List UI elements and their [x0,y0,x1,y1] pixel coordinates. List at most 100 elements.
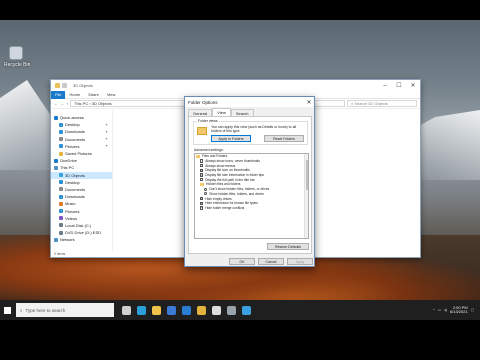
sidebar-item-music[interactable]: Music [51,200,112,207]
edge-icon[interactable] [137,305,146,315]
checkbox-icon[interactable] [200,164,204,168]
sidebar-item-downloads[interactable]: Downloads [51,193,112,200]
restore-defaults-button[interactable]: Restore Defaults [267,243,309,250]
letterbox-bottom [0,340,480,360]
setting-label: Hide folder merge conflicts [205,205,245,210]
explorer-search-input[interactable]: ⌕ Search 3D Objects [347,100,417,107]
checkbox-icon[interactable] [200,178,204,182]
ok-button[interactable]: OK [229,258,255,265]
breadcrumb-this-pc[interactable]: This PC [74,101,88,106]
checkbox-checked-icon[interactable]: ✓ [200,173,204,177]
apply-button[interactable]: Apply [287,258,313,265]
desktop-icon-recycle-bin[interactable]: Recycle Bin [4,46,30,68]
notifications-icon[interactable]: ▢ [471,308,474,312]
quick-access-toolbar [55,83,67,88]
volume-icon[interactable]: ◂) [444,308,447,312]
tab-view[interactable]: View [212,108,231,116]
sidebar-item-saved-pictures[interactable]: Saved Pictures [51,150,112,157]
explorer-title-bar[interactable]: 3D Objects – ☐ ✕ [51,80,420,91]
taskbar-search-box[interactable]: ⌕ Type here to search [16,303,114,317]
sidebar-item-label: Desktop [65,122,80,128]
checkbox-icon[interactable] [200,159,204,163]
folder-icon[interactable] [62,83,67,88]
mail-icon[interactable] [182,305,191,315]
checkbox-checked-icon[interactable]: ✓ [200,201,204,205]
forward-arrow-icon[interactable]: → [60,101,64,106]
sidebar-item-desktop[interactable]: Desktop [51,179,112,186]
sidebar-item-dvd-drive-d-esd[interactable]: DVD Drive (D:) ESD [51,229,112,236]
up-arrow-icon[interactable]: ↑ [66,101,68,106]
clock[interactable]: 2:00 PM 6/13/2021 [450,305,468,315]
back-arrow-icon[interactable]: ← [54,101,58,106]
settings-icon[interactable] [227,305,236,315]
taskbar-search-placeholder: Type here to search [25,307,66,313]
camera-icon[interactable] [212,305,221,315]
cloud-icon [54,158,58,163]
radio-icon[interactable] [204,192,208,196]
tab-home[interactable]: Home [65,92,84,97]
start-button[interactable] [0,300,14,320]
document-icon [59,187,63,192]
maximize-icon[interactable]: ☐ [392,80,406,91]
apply-to-folders-button[interactable]: Apply to Folders [211,135,251,142]
tab-file[interactable]: File [51,90,66,99]
cancel-button[interactable]: Cancel [258,258,284,265]
scrollbar-thumb[interactable] [305,160,308,190]
folder-icon [55,83,60,88]
setting-label: Display the full path in the title bar [205,177,255,182]
network-icon [54,237,58,242]
checkbox-checked-icon[interactable]: ✓ [200,196,204,201]
folder-views-group: Folder views You can apply this view (su… [193,119,308,145]
photos-icon[interactable] [242,305,251,315]
close-icon[interactable]: ✕ [406,80,420,91]
setting-label: Always show menus [205,163,236,168]
sidebar-item-desktop[interactable]: Desktop ✦ [51,121,112,128]
sidebar-item-onedrive[interactable]: OneDrive [51,157,112,164]
breadcrumb-3d-objects[interactable]: 3D Objects [92,101,112,106]
dialog-title-bar[interactable]: Folder Options ✕ [185,97,314,107]
setting-label: Always show icons, never thumbnails [205,159,260,164]
advanced-settings-scrollbar[interactable] [304,154,308,238]
sidebar-item-local-disk-c[interactable]: Local Disk (C:) [51,222,112,229]
tab-search[interactable]: Search [230,109,254,116]
advanced-settings-label: Advanced settings: [194,148,224,152]
system-tray: ^ ▭ ◂) 2:00 PM 6/13/2021 ▢ [433,305,480,315]
minimize-icon[interactable]: – [378,80,392,91]
cube-icon [59,173,63,178]
tab-share[interactable]: Share [84,92,103,97]
advanced-settings-list[interactable]: Files and Folders Always show icons, neve… [194,153,309,239]
sidebar-item-quick-access[interactable]: Quick access [51,114,112,121]
network-icon[interactable]: ▭ [438,308,441,312]
sidebar-item-documents[interactable]: Documents ✦ [51,136,112,143]
checkbox-checked-icon[interactable]: ✓ [200,206,204,210]
store-icon[interactable] [167,305,176,315]
file-explorer-icon[interactable] [152,305,161,315]
sidebar-item-network[interactable]: Network [51,236,112,243]
sidebar-item-videos[interactable]: Videos [51,215,112,222]
sidebar-item-downloads[interactable]: Downloads ✦ [51,128,112,135]
dialog-tabs: General View Search [188,108,311,116]
close-icon[interactable]: ✕ [304,99,314,106]
reset-folders-button[interactable]: Reset Folders [264,135,304,142]
task-view-icon[interactable] [122,305,131,315]
search-placeholder: Search 3D Objects [354,101,388,106]
tab-general[interactable]: General [188,109,213,116]
dvd-icon [59,230,63,235]
sidebar-item-pictures[interactable]: Pictures ✦ [51,143,112,150]
tab-view[interactable]: View [103,92,120,97]
sidebar-item-pictures[interactable]: Pictures [51,207,112,214]
sidebar-item-this-pc[interactable]: This PC [51,164,112,171]
setting-option[interactable]: ✓ Hide folder merge conflicts [195,206,308,211]
folder-views-label: Folder views [197,119,219,123]
sidebar-item-label: Pictures [65,143,80,149]
chevron-up-icon[interactable]: ^ [433,308,435,312]
sidebar-item-documents[interactable]: Documents [51,186,112,193]
sidebar-item-3d-objects[interactable]: 3D Objects [51,171,112,179]
sidebar-item-label: Local Disk (C:) [65,222,92,228]
radio-selected-icon[interactable] [204,187,208,191]
setting-label: Don't show hidden files, folders, or dri… [209,187,270,192]
checkbox-checked-icon[interactable]: ✓ [200,168,204,173]
sidebar-item-label: Music [65,201,76,207]
chrome-icon[interactable] [197,305,206,315]
sidebar-item-label: Downloads [65,129,85,135]
